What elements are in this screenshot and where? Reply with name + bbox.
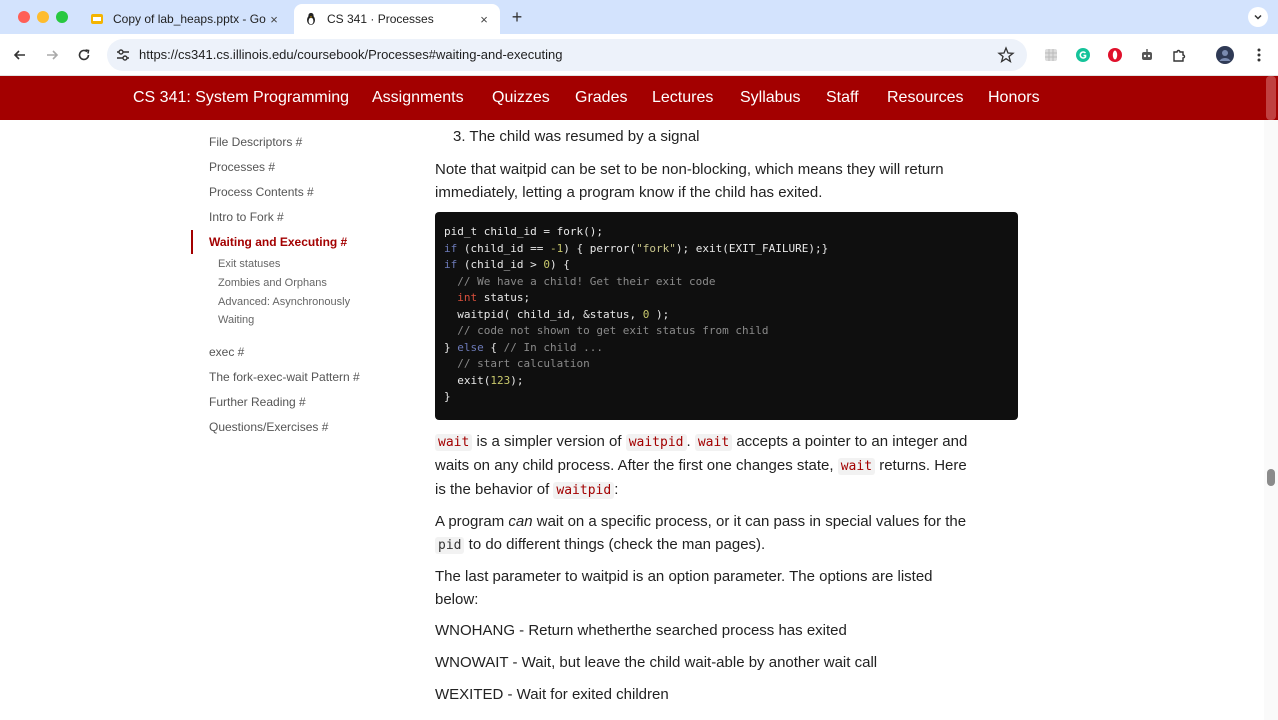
toc-intro-to-fork[interactable]: Intro to Fork # bbox=[209, 210, 284, 224]
extension-grid-icon[interactable] bbox=[1042, 46, 1060, 64]
toc-waiting-and-executing[interactable]: Waiting and Executing # bbox=[209, 235, 347, 249]
bookmark-star-icon[interactable] bbox=[997, 46, 1015, 64]
reload-icon[interactable] bbox=[74, 45, 94, 65]
code-line: // code not shown to get exit status fro… bbox=[444, 324, 769, 337]
grammarly-icon[interactable] bbox=[1074, 46, 1092, 64]
toc-zombies-orphans[interactable]: Zombies and Orphans bbox=[218, 277, 327, 289]
penguin-icon bbox=[303, 11, 319, 27]
window-zoom-button[interactable] bbox=[56, 11, 68, 23]
site-navbar: CS 341: System Programming Assignments Q… bbox=[0, 76, 1278, 120]
paragraph-line: A program can wait on a specific process… bbox=[435, 513, 967, 530]
code-line: if (child_id == -1) { perror("fork"); ex… bbox=[444, 241, 829, 255]
tab-processes[interactable]: CS 341 · Processes × bbox=[294, 4, 500, 34]
nav-assignments[interactable]: Assignments bbox=[372, 89, 464, 107]
navbar-scroll-segment bbox=[1266, 76, 1276, 120]
nav-grades[interactable]: Grades bbox=[575, 89, 627, 107]
inline-code: wait bbox=[694, 434, 733, 451]
toc-async-waiting-cont[interactable]: Waiting bbox=[218, 314, 254, 326]
option-wnowait: WNOWAIT - Wait, but leave the child wait… bbox=[435, 654, 878, 671]
toc-further-reading[interactable]: Further Reading # bbox=[209, 395, 306, 409]
paragraph-specific-process: A program can wait on a specific process… bbox=[435, 510, 1020, 557]
site-settings-icon[interactable] bbox=[115, 47, 131, 63]
paragraph-options: The last parameter to waitpid is an opti… bbox=[435, 565, 1020, 611]
list-item: 3. The child was resumed by a signal bbox=[453, 128, 700, 145]
opera-icon[interactable] bbox=[1106, 46, 1124, 64]
browser-toolbar: https://cs341.cs.illinois.edu/coursebook… bbox=[0, 34, 1278, 76]
paragraph-line: Note that waitpid can be set to be non-b… bbox=[435, 161, 944, 178]
paragraph-line: below: bbox=[435, 591, 479, 608]
forward-arrow-icon[interactable] bbox=[42, 45, 62, 65]
nav-resources[interactable]: Resources bbox=[887, 89, 963, 107]
puzzle-extensions-icon[interactable] bbox=[1170, 46, 1188, 64]
paragraph-wait: wait is a simpler version of waitpid. wa… bbox=[435, 430, 1020, 502]
inline-code: waitpid bbox=[553, 482, 615, 499]
profile-avatar[interactable] bbox=[1216, 46, 1234, 64]
code-line: exit(123); bbox=[457, 373, 524, 387]
toc-file-descriptors[interactable]: File Descriptors # bbox=[209, 135, 302, 149]
back-arrow-icon[interactable] bbox=[10, 45, 30, 65]
paragraph-line: wait is a simpler version of waitpid. wa… bbox=[435, 430, 1020, 454]
new-tab-button[interactable]: + bbox=[508, 7, 526, 27]
toc-questions-exercises[interactable]: Questions/Exercises # bbox=[209, 420, 328, 434]
toc-exit-statuses[interactable]: Exit statuses bbox=[218, 258, 280, 270]
inline-code: pid bbox=[435, 537, 465, 554]
tab-close-icon[interactable]: × bbox=[476, 12, 492, 27]
paragraph-line: pid to do different things (check the ma… bbox=[435, 533, 1020, 557]
tab-title: CS 341 · Processes bbox=[327, 12, 434, 26]
toc-processes[interactable]: Processes # bbox=[209, 160, 275, 174]
toc-fork-exec-wait[interactable]: The fork-exec-wait Pattern # bbox=[209, 370, 360, 384]
code-line: if (child_id > 0) { bbox=[444, 258, 570, 271]
code-line: waitpid( child_id, &status, 0 ); bbox=[457, 307, 670, 321]
nav-syllabus[interactable]: Syllabus bbox=[740, 89, 800, 107]
code-line: // start calculation bbox=[444, 357, 590, 370]
nav-lectures[interactable]: Lectures bbox=[652, 89, 713, 107]
nav-honors[interactable]: Honors bbox=[988, 89, 1040, 107]
page-scrollbar[interactable] bbox=[1264, 120, 1278, 720]
code-line: int status; bbox=[457, 291, 531, 304]
inline-code: waitpid bbox=[625, 434, 687, 451]
toc-sidebar: File Descriptors # Processes # Process C… bbox=[0, 120, 400, 720]
code-block: pid_t child_id = fork(); if (child_id ==… bbox=[435, 212, 1018, 420]
paragraph-line: immediately, letting a program know if t… bbox=[435, 184, 823, 201]
nav-quizzes[interactable]: Quizzes bbox=[492, 89, 550, 107]
window-close-button[interactable] bbox=[18, 11, 30, 23]
slides-icon bbox=[89, 11, 105, 27]
site-brand-link[interactable]: CS 341: System Programming bbox=[133, 89, 349, 107]
nav-staff[interactable]: Staff bbox=[826, 89, 859, 107]
paragraph-nonblocking: Note that waitpid can be set to be non-b… bbox=[435, 158, 1020, 204]
tab-title: Copy of lab_heaps.pptx - Goo bbox=[113, 12, 266, 26]
main-content: 3. The child was resumed by a signal Not… bbox=[435, 120, 1020, 720]
toc-active-indicator bbox=[191, 230, 193, 254]
browser-menu-icon[interactable] bbox=[1250, 46, 1268, 64]
tab-close-icon[interactable]: × bbox=[266, 12, 282, 27]
browser-tab-strip: Copy of lab_heaps.pptx - Goo × CS 341 · … bbox=[0, 0, 1278, 34]
scrollbar-thumb[interactable] bbox=[1267, 469, 1275, 486]
inline-code: wait bbox=[837, 458, 876, 475]
code-line: } bbox=[444, 390, 451, 403]
option-wexited: WEXITED - Wait for exited children bbox=[435, 686, 669, 703]
code-line: } else { // In child ... bbox=[444, 340, 603, 354]
option-wnohang: WNOHANG - Return whetherthe searched pro… bbox=[435, 622, 847, 639]
tab-search-chevron-icon[interactable] bbox=[1248, 7, 1268, 27]
toc-process-contents[interactable]: Process Contents # bbox=[209, 185, 314, 199]
inline-code: wait bbox=[435, 434, 473, 451]
toc-async-waiting[interactable]: Advanced: Asynchronously bbox=[218, 296, 350, 308]
code-line: // We have a child! Get their exit code bbox=[444, 274, 716, 288]
url-text[interactable]: https://cs341.cs.illinois.edu/coursebook… bbox=[139, 47, 562, 62]
toc-exec[interactable]: exec # bbox=[209, 345, 244, 359]
robot-extension-icon[interactable] bbox=[1138, 46, 1156, 64]
code-line: pid_t child_id = fork(); bbox=[444, 225, 603, 238]
paragraph-line: is the behavior of waitpid: bbox=[435, 481, 619, 499]
paragraph-line: waits on any child process. After the fi… bbox=[435, 457, 967, 475]
address-bar[interactable]: https://cs341.cs.illinois.edu/coursebook… bbox=[107, 39, 1027, 71]
tab-slides[interactable]: Copy of lab_heaps.pptx - Goo × bbox=[80, 4, 290, 34]
paragraph-line: The last parameter to waitpid is an opti… bbox=[435, 568, 933, 585]
window-minimize-button[interactable] bbox=[37, 11, 49, 23]
